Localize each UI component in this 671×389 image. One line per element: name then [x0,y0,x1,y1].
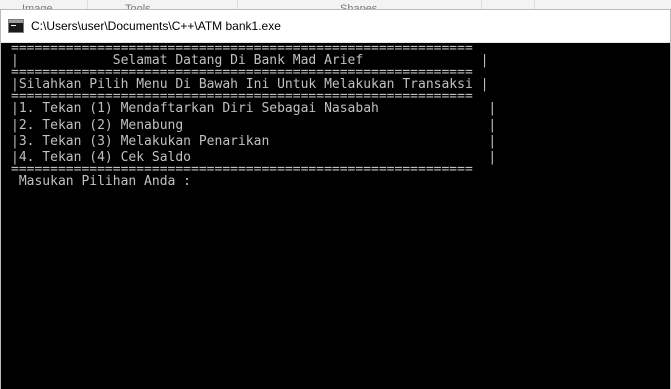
console-text-block: ========================================… [11,45,496,190]
instruction-line: |Silahkan Pilih Menu Di Bawah Ini Untuk … [11,77,489,93]
console-app-icon[interactable] [8,19,24,33]
window-titlebar[interactable]: C:\Users\user\Documents\C++\ATM bank1.ex… [1,10,670,43]
menu-option-3: |3. Tekan (3) Melakukan Penarikan | [11,133,497,149]
menu-option-1: |1. Tekan (1) Mendaftarkan Diri Sebagai … [11,101,497,117]
separator-line: ========================================… [11,93,473,102]
welcome-line: | Selamat Datang Di Bank Mad Arief | [11,53,489,68]
separator-line: ========================================… [11,69,473,78]
menu-option-2: |2. Tekan (2) Menabung | [11,117,497,133]
input-prompt[interactable]: Masukan Pilihan Anda : [11,174,496,190]
menu-option-4: |4. Tekan (4) Cek Saldo | [11,149,497,165]
separator-line: ========================================… [11,45,473,53]
separator-line: ========================================… [11,166,473,175]
window-title: C:\Users\user\Documents\C++\ATM bank1.ex… [31,19,281,33]
console-output[interactable]: ========================================… [1,43,670,389]
console-window[interactable]: C:\Users\user\Documents\C++\ATM bank1.ex… [0,9,671,389]
